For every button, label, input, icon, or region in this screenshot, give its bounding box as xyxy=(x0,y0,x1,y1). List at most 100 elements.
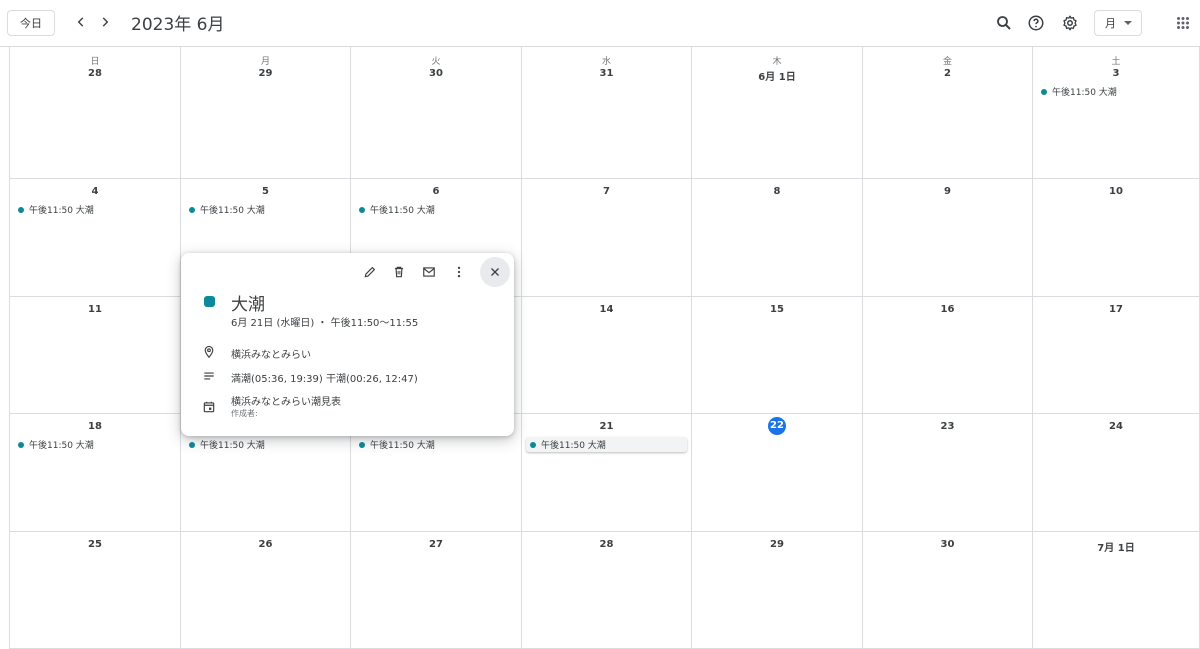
chevron-right-icon[interactable] xyxy=(94,11,116,33)
today-date-number[interactable]: 22 xyxy=(768,417,786,435)
edit-icon[interactable] xyxy=(360,262,380,282)
date-number[interactable]: 7月 1日 xyxy=(1033,539,1199,554)
caret-down-icon xyxy=(1124,21,1132,25)
weekday-label: 水 xyxy=(601,57,611,67)
view-select-label: 月 xyxy=(1105,17,1116,30)
day-cell[interactable]: 日 28 xyxy=(9,47,181,179)
event-chip-label: 午後11:50 大潮 xyxy=(370,206,435,216)
event-dot-icon xyxy=(18,206,24,213)
event-location: 横浜みなとみらい xyxy=(231,350,311,361)
day-cell[interactable]: 22 xyxy=(692,414,863,532)
mail-icon[interactable] xyxy=(419,262,439,282)
date-number[interactable]: 21 xyxy=(522,421,691,432)
event-chip[interactable]: 午後11:50 大潮 xyxy=(14,437,176,452)
day-cell[interactable]: 29 xyxy=(692,532,863,649)
date-number[interactable]: 8 xyxy=(692,186,862,197)
date-number[interactable]: 3 xyxy=(1033,68,1199,79)
date-number[interactable]: 16 xyxy=(863,304,1032,315)
weekday-label: 火 xyxy=(431,57,441,67)
date-number[interactable]: 6月 1日 xyxy=(692,68,862,83)
gear-icon[interactable] xyxy=(1059,12,1081,34)
date-number[interactable]: 26 xyxy=(181,539,350,550)
day-cell[interactable]: 月 29 xyxy=(181,47,351,179)
day-cell[interactable]: 27 xyxy=(351,532,522,649)
day-cell[interactable]: 21 午後11:50 大潮 xyxy=(522,414,692,532)
date-number[interactable]: 30 xyxy=(863,539,1032,550)
event-title: 大潮 xyxy=(231,295,265,315)
day-cell[interactable]: 金2 xyxy=(863,47,1033,179)
date-number[interactable]: 28 xyxy=(522,539,691,550)
description-icon xyxy=(202,369,216,383)
event-chip[interactable]: 午後11:50 大潮 xyxy=(526,437,687,452)
date-number[interactable]: 30 xyxy=(351,68,521,79)
day-cell[interactable]: 25 xyxy=(9,532,181,649)
weekday-label: 日 xyxy=(90,57,100,67)
day-cell[interactable]: 8 xyxy=(692,179,863,297)
help-icon[interactable] xyxy=(1025,12,1047,34)
date-number[interactable]: 14 xyxy=(522,304,691,315)
day-cell[interactable]: 14 xyxy=(522,297,692,414)
date-number[interactable]: 28 xyxy=(10,68,180,79)
day-cell[interactable]: 木 6月 1日 xyxy=(692,47,863,179)
day-cell[interactable]: 18 午後11:50 大潮 xyxy=(9,414,181,532)
event-chip[interactable]: 午後11:50 大潮 xyxy=(185,437,346,452)
day-cell[interactable]: 水 31 xyxy=(522,47,692,179)
date-number[interactable]: 11 xyxy=(10,304,180,315)
date-number[interactable]: 31 xyxy=(522,68,691,79)
day-cell[interactable]: 28 xyxy=(522,532,692,649)
day-cell[interactable]: 30 xyxy=(863,532,1033,649)
event-chip[interactable]: 午後11:50 大潮 xyxy=(355,202,517,217)
day-cell[interactable]: 7 xyxy=(522,179,692,297)
day-cell[interactable]: 10 xyxy=(1033,179,1200,297)
date-number[interactable]: 24 xyxy=(1033,421,1199,432)
date-number[interactable]: 4 xyxy=(10,186,180,197)
more-vert-icon[interactable] xyxy=(449,262,469,282)
date-number[interactable]: 27 xyxy=(351,539,521,550)
view-select[interactable]: 月 xyxy=(1094,10,1142,36)
event-detail-popup: 大潮 6月 21日 (水曜日) ・ 午後11:50～11:55 横浜みなとみらい… xyxy=(181,253,514,436)
date-number[interactable]: 25 xyxy=(10,539,180,550)
date-number[interactable]: 15 xyxy=(692,304,862,315)
search-icon[interactable] xyxy=(993,12,1015,34)
calendar-icon xyxy=(202,400,216,414)
event-chip[interactable]: 午後11:50 大潮 xyxy=(355,437,517,452)
today-button[interactable]: 今日 xyxy=(7,10,55,36)
day-cell[interactable]: 15 xyxy=(692,297,863,414)
event-chip[interactable]: 午後11:50 大潮 xyxy=(14,202,176,217)
day-cell[interactable]: 24 xyxy=(1033,414,1200,532)
trash-icon[interactable] xyxy=(389,262,409,282)
date-number[interactable]: 7 xyxy=(522,186,691,197)
event-chip[interactable]: 午後11:50 大潮 xyxy=(1037,84,1195,99)
day-cell[interactable]: 土 3 午後11:50 大潮 xyxy=(1033,47,1200,179)
event-chip-label: 午後11:50 大潮 xyxy=(1052,88,1117,98)
day-cell[interactable]: 火 30 xyxy=(351,47,522,179)
event-chip[interactable]: 午後11:50 大潮 xyxy=(185,202,346,217)
day-cell[interactable]: 16 xyxy=(863,297,1033,414)
date-number[interactable]: 5 xyxy=(181,186,350,197)
date-number[interactable]: 29 xyxy=(692,539,862,550)
date-number[interactable]: 29 xyxy=(181,68,350,79)
date-number[interactable]: 23 xyxy=(863,421,1032,432)
close-icon[interactable] xyxy=(480,257,510,287)
date-number[interactable]: 18 xyxy=(10,421,180,432)
event-dot-icon xyxy=(189,441,195,448)
day-cell[interactable]: 11 xyxy=(9,297,181,414)
day-cell[interactable]: 17 xyxy=(1033,297,1200,414)
event-description: 満潮(05:36, 19:39) 干潮(00:26, 12:47) xyxy=(231,374,418,385)
date-number[interactable]: 6 xyxy=(351,186,521,197)
date-number[interactable]: 10 xyxy=(1033,186,1199,197)
day-cell[interactable]: 9 xyxy=(863,179,1033,297)
event-chip-label: 午後11:50 大潮 xyxy=(200,206,265,216)
event-chip-label: 午後11:50 大潮 xyxy=(200,441,265,451)
date-number[interactable]: 17 xyxy=(1033,304,1199,315)
day-cell[interactable]: 26 xyxy=(181,532,351,649)
event-chip-label: 午後11:50 大潮 xyxy=(29,206,94,216)
day-cell[interactable]: 4 午後11:50 大潮 xyxy=(9,179,181,297)
weekday-label: 月 xyxy=(260,57,270,67)
date-number[interactable]: 2 xyxy=(863,68,1032,79)
day-cell[interactable]: 7月 1日 xyxy=(1033,532,1200,649)
date-number[interactable]: 9 xyxy=(863,186,1032,197)
day-cell[interactable]: 23 xyxy=(863,414,1033,532)
chevron-left-icon[interactable] xyxy=(70,11,92,33)
apps-grid-icon[interactable] xyxy=(1172,12,1194,34)
